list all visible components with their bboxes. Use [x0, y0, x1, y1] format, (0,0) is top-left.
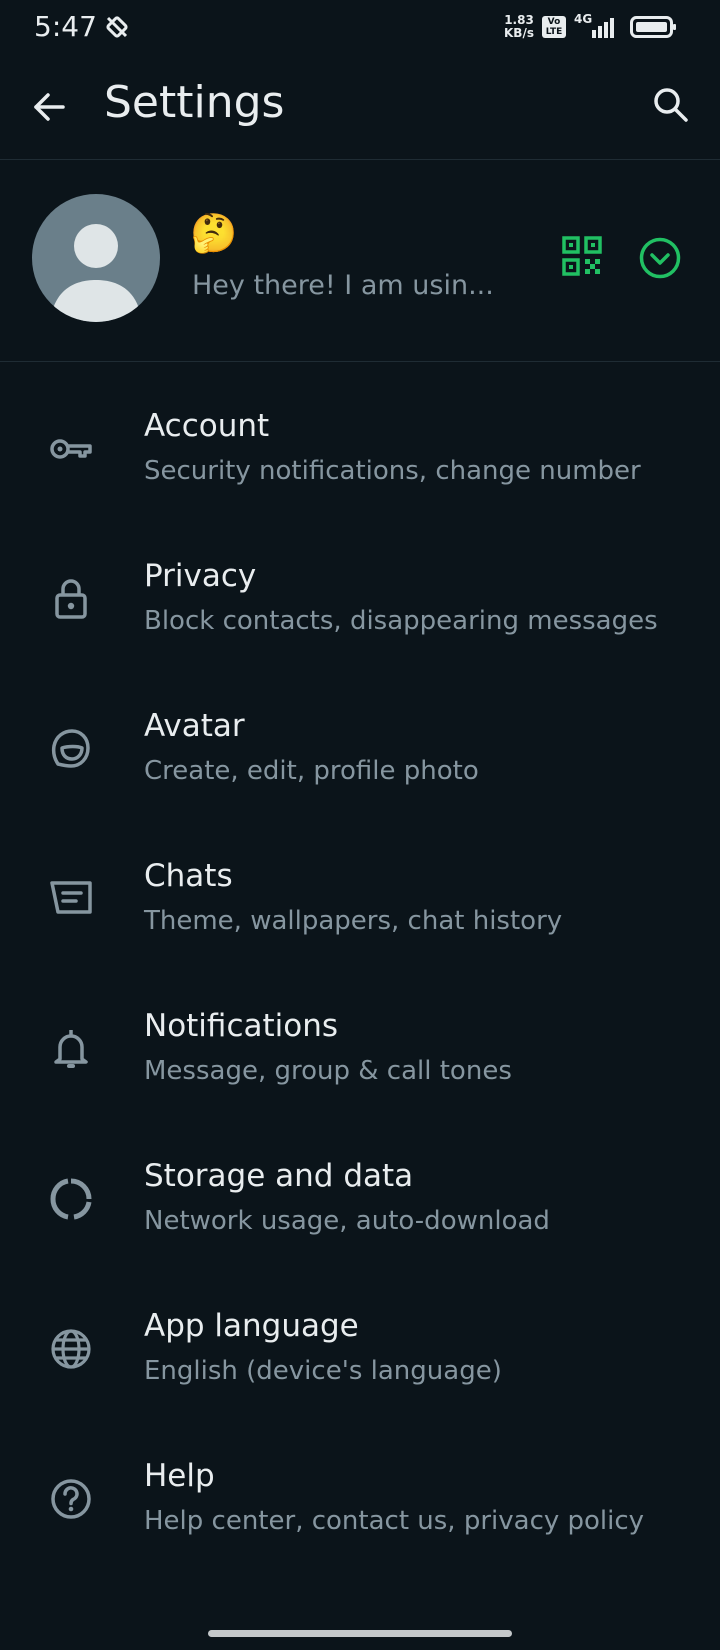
settings-item-subtitle: Network usage, auto-download — [144, 1206, 550, 1236]
settings-list: Account Security notifications, change n… — [0, 370, 720, 1570]
settings-item-title: Avatar — [144, 708, 245, 744]
qr-code-button[interactable] — [562, 236, 608, 282]
settings-item-subtitle: English (device's language) — [144, 1356, 502, 1386]
expand-profile-button[interactable] — [638, 236, 684, 282]
settings-item-subtitle: Help center, contact us, privacy policy — [144, 1506, 645, 1536]
settings-item-subtitle: Create, edit, profile photo — [144, 756, 479, 786]
settings-item-title: Notifications — [144, 1008, 339, 1044]
volte-badge: Vo LTE — [542, 16, 566, 38]
profile-status: Hey there! I am usin... — [192, 270, 494, 301]
bell-icon — [48, 1026, 94, 1072]
page-title: Settings — [104, 77, 285, 128]
avatar[interactable] — [32, 194, 160, 322]
globe-icon — [48, 1326, 94, 1372]
storage-icon — [48, 1176, 94, 1222]
status-time: 5:47 — [34, 10, 97, 43]
settings-item-title: Storage and data — [144, 1158, 414, 1194]
help-icon — [48, 1476, 94, 1522]
search-icon — [654, 88, 688, 122]
settings-item-title: App language — [144, 1308, 359, 1344]
settings-item-title: Account — [144, 408, 270, 444]
settings-item-title: Help — [144, 1458, 215, 1494]
lock-icon — [48, 576, 94, 622]
settings-item-avatar[interactable]: Avatar Create, edit, profile photo — [0, 670, 720, 820]
avatar-icon — [48, 726, 94, 772]
battery-icon — [630, 16, 676, 38]
profile-section[interactable]: 🤔 Hey there! I am usin... — [0, 160, 720, 362]
key-icon — [48, 426, 94, 472]
no-sim-icon — [106, 16, 128, 38]
settings-item-subtitle: Theme, wallpapers, chat history — [144, 906, 563, 936]
qr-code-icon — [562, 236, 602, 276]
app-bar: Settings — [0, 54, 720, 160]
settings-item-account[interactable]: Account Security notifications, change n… — [0, 370, 720, 520]
gesture-bar[interactable] — [208, 1630, 512, 1637]
default-avatar-icon — [50, 224, 142, 322]
settings-item-subtitle: Security notifications, change number — [144, 456, 641, 486]
settings-item-notifications[interactable]: Notifications Message, group & call tone… — [0, 970, 720, 1120]
chat-icon — [48, 876, 94, 922]
chevron-down-circle-icon — [639, 237, 681, 279]
arrow-left-icon — [34, 93, 65, 121]
settings-item-storage[interactable]: Storage and data Network usage, auto-dow… — [0, 1120, 720, 1270]
network-type: 4G — [574, 12, 593, 26]
settings-item-privacy[interactable]: Privacy Block contacts, disappearing mes… — [0, 520, 720, 670]
search-button[interactable] — [648, 82, 694, 128]
settings-item-subtitle: Message, group & call tones — [144, 1056, 512, 1086]
status-bar: 5:47 1.83 KB/s Vo LTE 4G — [0, 0, 720, 54]
settings-item-subtitle: Block contacts, disappearing messages — [144, 606, 658, 636]
settings-item-help[interactable]: Help Help center, contact us, privacy po… — [0, 1420, 720, 1570]
profile-name: 🤔 — [190, 213, 238, 255]
settings-item-title: Privacy — [144, 558, 257, 594]
settings-item-title: Chats — [144, 858, 233, 894]
back-button[interactable] — [26, 84, 72, 130]
network-speed: 1.83 KB/s — [504, 13, 534, 40]
settings-item-chats[interactable]: Chats Theme, wallpapers, chat history — [0, 820, 720, 970]
settings-item-app-language[interactable]: App language English (device's language) — [0, 1270, 720, 1420]
